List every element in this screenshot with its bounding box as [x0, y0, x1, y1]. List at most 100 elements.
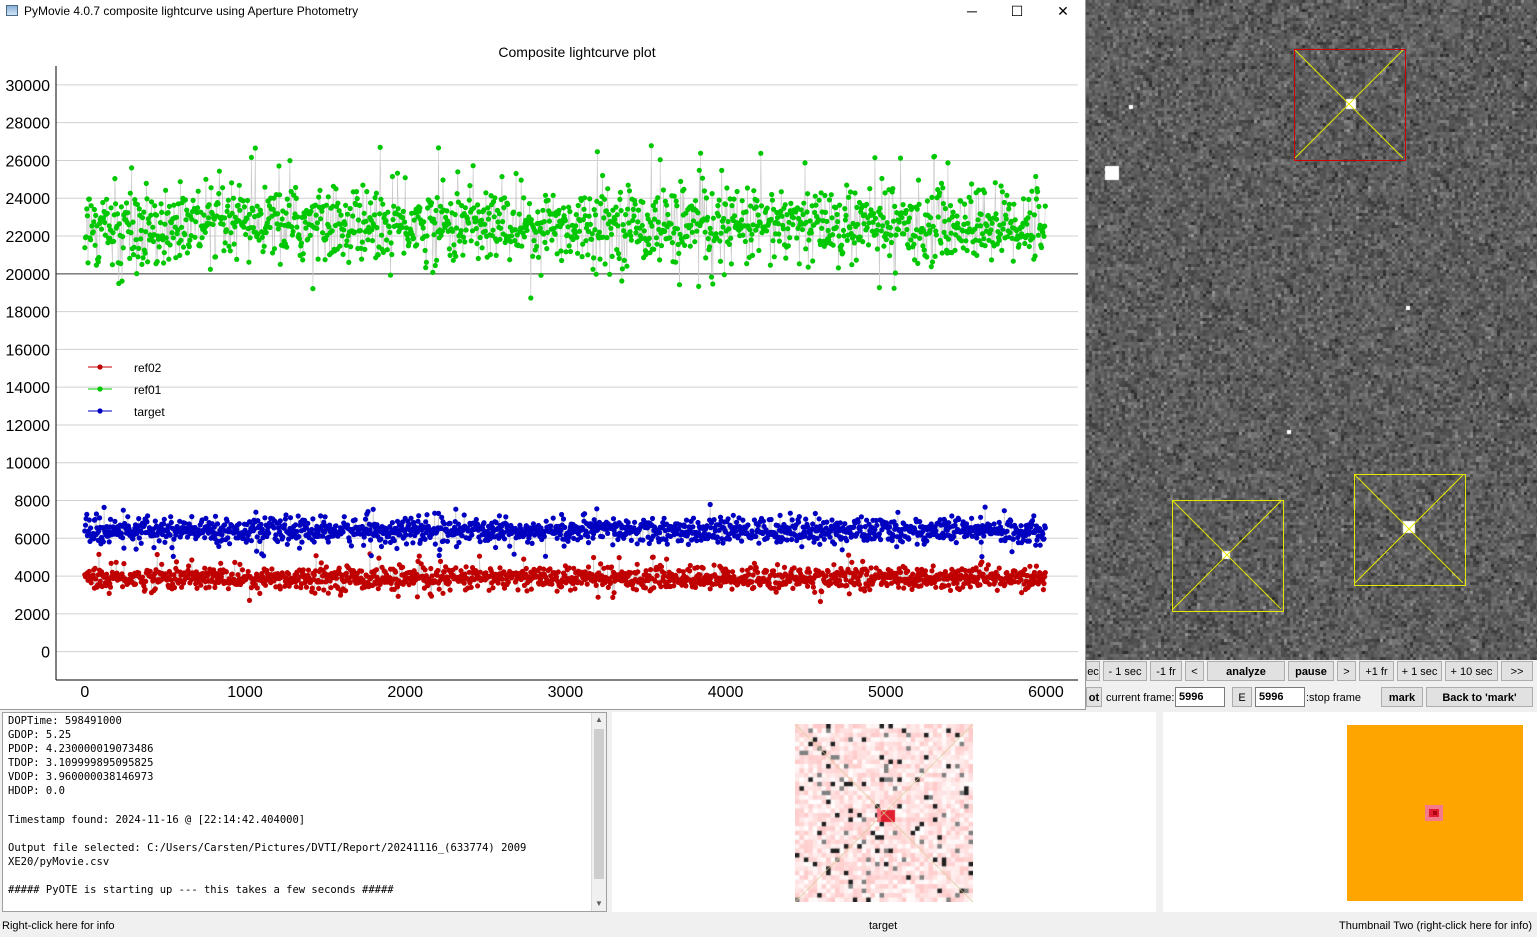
aperture-red[interactable]: [1294, 49, 1406, 161]
scroll-up-icon[interactable]: ▲: [592, 713, 606, 727]
data-point: [912, 233, 918, 239]
data-point: [388, 240, 394, 246]
data-point: [151, 545, 157, 551]
data-point: [340, 251, 346, 257]
data-point: [560, 205, 567, 211]
data-point: [161, 260, 167, 266]
plot-button[interactable]: ot: [1086, 687, 1102, 707]
current-frame-input[interactable]: 5996: [1175, 687, 1225, 707]
video-frame-view[interactable]: [1086, 0, 1537, 660]
data-point: [359, 239, 365, 245]
data-point: [121, 561, 127, 567]
play-forward-button[interactable]: >: [1337, 661, 1356, 681]
data-point: [387, 272, 394, 278]
data-point: [333, 523, 339, 529]
data-point: [359, 568, 365, 574]
analyze-button[interactable]: analyze: [1207, 661, 1285, 681]
data-point: [928, 215, 934, 221]
aperture-yellow-2[interactable]: [1354, 474, 1466, 586]
data-point: [152, 203, 158, 209]
thumbnail-one-panel[interactable]: [612, 712, 1156, 912]
data-point: [682, 523, 688, 530]
data-point: [897, 155, 904, 161]
stop-frame-input[interactable]: 5996: [1255, 687, 1305, 707]
data-point: [167, 242, 173, 248]
data-point: [589, 236, 595, 242]
data-point: [835, 265, 842, 271]
thumbnail-two-image: [1347, 725, 1523, 901]
play-backward-button[interactable]: <: [1185, 661, 1204, 681]
forward-10-sec-button[interactable]: + 10 sec: [1445, 661, 1498, 681]
forward-1-frame-button[interactable]: +1 fr: [1359, 661, 1394, 681]
status-left[interactable]: Right-click here for info: [2, 920, 115, 932]
data-point: [184, 250, 190, 256]
data-point: [822, 192, 828, 199]
data-point: [662, 228, 668, 234]
data-point: [746, 571, 752, 578]
data-point: [837, 577, 843, 584]
data-point: [307, 232, 313, 238]
thumbnail-two-panel[interactable]: [1163, 712, 1537, 912]
data-point: [625, 206, 631, 212]
data-point: [96, 254, 102, 261]
data-point: [524, 227, 530, 233]
data-point: [150, 238, 156, 245]
data-point: [707, 501, 713, 508]
data-point: [620, 222, 626, 228]
back-to-mark-button[interactable]: Back to 'mark': [1426, 687, 1533, 707]
data-point: [847, 225, 853, 231]
data-point: [755, 212, 761, 218]
data-point: [649, 223, 655, 229]
data-point: [566, 565, 572, 571]
data-point: [424, 512, 430, 518]
data-point: [202, 535, 208, 541]
data-point: [541, 219, 547, 225]
back-1-sec-button[interactable]: - 1 sec: [1103, 661, 1147, 681]
data-point: [709, 191, 715, 197]
data-point: [314, 220, 320, 226]
data-point: [1004, 528, 1010, 534]
forward-1-sec-button[interactable]: + 1 sec: [1397, 661, 1442, 681]
data-point: [1041, 536, 1047, 542]
data-point: [744, 185, 751, 191]
pause-button[interactable]: pause: [1288, 661, 1334, 681]
data-point: [212, 513, 219, 519]
data-point: [984, 223, 990, 229]
data-point: [894, 544, 900, 550]
data-point: [834, 211, 840, 218]
data-point: [632, 201, 638, 207]
lightcurve-plot[interactable]: Composite lightcurve plot020004000600080…: [0, 0, 1085, 709]
back-10-sec-button[interactable]: ec: [1086, 661, 1100, 681]
data-point: [635, 219, 641, 225]
go-to-end-button[interactable]: >>: [1501, 661, 1533, 681]
playback-controls: ec - 1 sec -1 fr < analyze pause > +1 fr…: [1086, 661, 1537, 683]
data-point: [433, 207, 439, 214]
data-point: [216, 543, 222, 550]
scroll-down-icon[interactable]: ▼: [592, 897, 606, 911]
data-point: [616, 251, 622, 257]
data-point: [335, 200, 341, 206]
data-point: [361, 542, 367, 548]
data-point: [878, 228, 884, 234]
data-point: [573, 212, 579, 218]
scroll-thumb[interactable]: [594, 729, 604, 879]
data-point: [775, 221, 781, 227]
data-point: [344, 238, 350, 244]
status-center: target: [869, 920, 898, 932]
status-right[interactable]: Thumbnail Two (right-click here for info…: [1339, 920, 1532, 932]
data-point: [708, 274, 715, 280]
log-scrollbar[interactable]: ▲ ▼: [591, 713, 606, 911]
log-text-area[interactable]: DOPTime: 598491000 GDOP: 5.25 PDOP: 4.2300…: [2, 712, 607, 912]
data-point: [946, 582, 952, 588]
y-tick-label: 14000: [6, 380, 51, 397]
data-point: [490, 227, 496, 233]
data-point: [805, 191, 811, 197]
log-line: VDOP: 3.960000038146973: [8, 771, 154, 784]
data-point: [664, 556, 670, 562]
back-1-frame-button[interactable]: -1 fr: [1150, 661, 1182, 681]
mark-button[interactable]: mark: [1381, 687, 1423, 707]
data-point: [226, 243, 232, 249]
e-button[interactable]: E: [1232, 687, 1252, 707]
aperture-yellow-1[interactable]: [1172, 500, 1284, 612]
data-point: [138, 540, 144, 546]
